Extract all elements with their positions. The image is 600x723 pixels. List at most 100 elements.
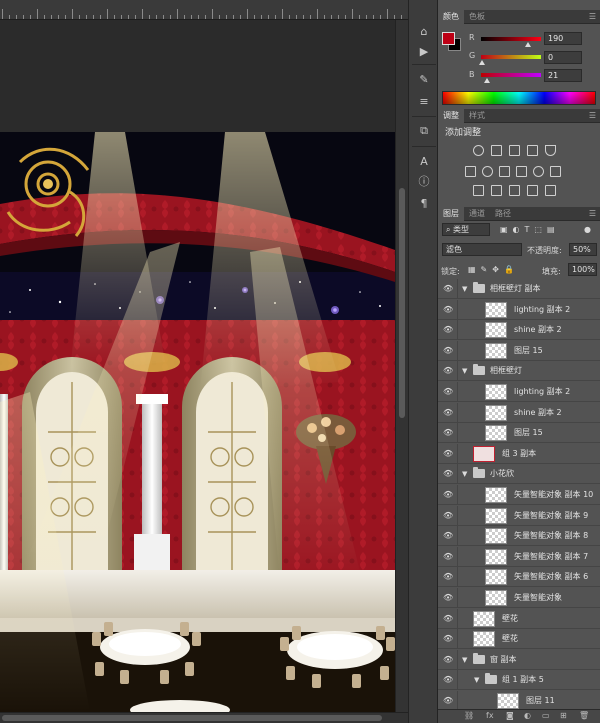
layer-group-row[interactable]: 👁 ▼ 组 1 副本 5 bbox=[438, 670, 600, 690]
eye-icon[interactable]: 👁 bbox=[443, 325, 453, 335]
threshold-icon[interactable] bbox=[509, 185, 520, 196]
mask-icon[interactable]: ◙ bbox=[506, 711, 514, 720]
trash-icon[interactable]: 🗑 bbox=[579, 711, 589, 720]
curves-icon[interactable] bbox=[509, 145, 520, 156]
eye-icon[interactable]: 👁 bbox=[443, 634, 453, 644]
layer-row[interactable]: 👁 矢量智能对象 副本 8 bbox=[438, 526, 600, 546]
eye-icon[interactable]: 👁 bbox=[443, 593, 453, 603]
horizontal-scrollbar[interactable] bbox=[0, 712, 408, 723]
channel-mixer-icon[interactable] bbox=[533, 166, 544, 177]
selective-color-icon[interactable] bbox=[527, 185, 538, 196]
tab-channels[interactable]: 通道 bbox=[464, 207, 490, 221]
channel-r-thumb[interactable] bbox=[525, 42, 531, 47]
black-white-icon[interactable] bbox=[499, 166, 510, 177]
foreground-color-swatch[interactable] bbox=[442, 32, 455, 45]
layer-row[interactable]: 👁 矢量智能对象 副本 7 bbox=[438, 547, 600, 567]
clone-source-icon[interactable]: ⧉ bbox=[414, 122, 434, 140]
eye-icon[interactable]: 👁 bbox=[443, 511, 453, 521]
panel-menu-icon[interactable]: ☰ bbox=[589, 111, 596, 120]
brush-presets-icon[interactable]: ✎ bbox=[414, 70, 434, 88]
layer-group-row[interactable]: 👁 ▼ 相框壁灯 副本 bbox=[438, 279, 600, 299]
channel-r-value[interactable]: 190 bbox=[544, 32, 582, 45]
horizontal-scroll-thumb[interactable] bbox=[2, 715, 382, 721]
new-layer-icon[interactable]: ⊞ bbox=[560, 711, 567, 720]
eye-icon[interactable]: 👁 bbox=[443, 490, 453, 500]
eye-icon[interactable]: 👁 bbox=[443, 387, 453, 397]
layer-row[interactable]: 👁 矢量智能对象 bbox=[438, 588, 600, 608]
tab-adjustments[interactable]: 调整 bbox=[438, 109, 464, 123]
tab-styles[interactable]: 样式 bbox=[464, 109, 490, 123]
eye-icon[interactable]: 👁 bbox=[443, 572, 453, 582]
layer-row[interactable]: 👁 lighting 副本 2 bbox=[438, 300, 600, 320]
layer-filter-icons[interactable]: ▣◐T⬚▤ bbox=[500, 225, 560, 234]
channel-b-value[interactable]: 21 bbox=[544, 69, 582, 82]
opacity-input[interactable]: 50% bbox=[569, 243, 597, 256]
channel-b-slider[interactable] bbox=[481, 73, 541, 77]
panel-menu-icon[interactable]: ☰ bbox=[589, 209, 596, 218]
eye-icon[interactable]: 👁 bbox=[443, 675, 453, 685]
tab-swatches[interactable]: 色板 bbox=[464, 10, 490, 24]
eye-icon[interactable]: 👁 bbox=[443, 408, 453, 418]
play-icon[interactable]: ▶ bbox=[414, 42, 434, 60]
layer-group-row[interactable]: 👁 ▼ 小花欣 bbox=[438, 464, 600, 484]
new-group-icon[interactable]: ▭ bbox=[542, 711, 550, 720]
eye-icon[interactable]: 👁 bbox=[443, 531, 453, 541]
layer-row[interactable]: 👁 图层 15 bbox=[438, 341, 600, 361]
exposure-icon[interactable] bbox=[527, 145, 538, 156]
vertical-scrollbar[interactable] bbox=[395, 20, 408, 712]
tab-layers[interactable]: 图层 bbox=[438, 207, 464, 221]
color-balance-icon[interactable] bbox=[482, 166, 493, 177]
hue-saturation-icon[interactable] bbox=[465, 166, 476, 177]
disclosure-triangle-icon[interactable]: ▼ bbox=[462, 656, 467, 664]
layer-group-row[interactable]: 👁 ▼ 相框壁灯 bbox=[438, 361, 600, 381]
paragraph-icon[interactable]: ¶ bbox=[414, 194, 434, 212]
layer-filter-select[interactable]: ⌕ 类型 bbox=[442, 223, 490, 236]
disclosure-triangle-icon[interactable]: ▼ bbox=[462, 285, 467, 293]
color-spectrum-ramp[interactable] bbox=[442, 91, 596, 105]
brightness-icon[interactable] bbox=[473, 145, 484, 156]
channel-g-thumb[interactable] bbox=[479, 60, 485, 65]
layer-row[interactable]: 👁 shine 副本 2 bbox=[438, 403, 600, 423]
disclosure-triangle-icon[interactable]: ▼ bbox=[474, 676, 479, 684]
channel-r-slider[interactable] bbox=[481, 37, 541, 41]
tool-presets-icon[interactable]: ≡ bbox=[414, 92, 434, 110]
link-icon[interactable]: ⛓ bbox=[464, 711, 474, 720]
vibrance-icon[interactable] bbox=[545, 145, 556, 156]
channel-g-slider[interactable] bbox=[481, 55, 541, 59]
eye-icon[interactable]: 👁 bbox=[443, 655, 453, 665]
levels-icon[interactable] bbox=[491, 145, 502, 156]
layer-row[interactable]: 👁 壁花 bbox=[438, 629, 600, 649]
eye-icon[interactable]: 👁 bbox=[443, 552, 453, 562]
eye-icon[interactable]: 👁 bbox=[443, 469, 453, 479]
eye-icon[interactable]: 👁 bbox=[443, 366, 453, 376]
layer-row[interactable]: 👁 组 3 副本 bbox=[438, 444, 600, 464]
lock-icons[interactable]: ▦✎✥🔒 bbox=[468, 265, 519, 274]
layer-row[interactable]: 👁 矢量智能对象 副本 9 bbox=[438, 506, 600, 526]
info-icon[interactable]: ⓘ bbox=[414, 172, 434, 190]
eye-icon[interactable]: 👁 bbox=[443, 614, 453, 624]
eye-icon[interactable]: 👁 bbox=[443, 305, 453, 315]
filter-toggle-icon[interactable]: ● bbox=[584, 225, 591, 234]
layer-row[interactable]: 👁 lighting 副本 2 bbox=[438, 382, 600, 402]
color-lookup-icon[interactable] bbox=[550, 166, 561, 177]
layer-row[interactable]: 👁 壁花 bbox=[438, 609, 600, 629]
history-icon[interactable]: ⌂ bbox=[414, 22, 434, 40]
invert-icon[interactable] bbox=[473, 185, 484, 196]
vertical-scroll-thumb[interactable] bbox=[399, 188, 405, 418]
tab-paths[interactable]: 路径 bbox=[490, 207, 516, 221]
layer-row[interactable]: 👁 图层 11 bbox=[438, 691, 600, 709]
eye-icon[interactable]: 👁 bbox=[443, 428, 453, 438]
gradient-map-icon[interactable] bbox=[545, 185, 556, 196]
eye-icon[interactable]: 👁 bbox=[443, 346, 453, 356]
document-canvas-area[interactable] bbox=[0, 0, 408, 723]
fx-icon[interactable]: fx bbox=[486, 711, 494, 720]
layer-row[interactable]: 👁 矢量智能对象 副本 6 bbox=[438, 567, 600, 587]
layer-row[interactable]: 👁 矢量智能对象 副本 10 bbox=[438, 485, 600, 505]
adjustment-layer-icon[interactable]: ◐ bbox=[524, 711, 531, 720]
disclosure-triangle-icon[interactable]: ▼ bbox=[462, 367, 467, 375]
layer-row[interactable]: 👁 shine 副本 2 bbox=[438, 320, 600, 340]
channel-b-thumb[interactable] bbox=[484, 78, 490, 83]
posterize-icon[interactable] bbox=[491, 185, 502, 196]
layer-row[interactable]: 👁 图层 15 bbox=[438, 423, 600, 443]
panel-menu-icon[interactable]: ☰ bbox=[589, 12, 596, 21]
